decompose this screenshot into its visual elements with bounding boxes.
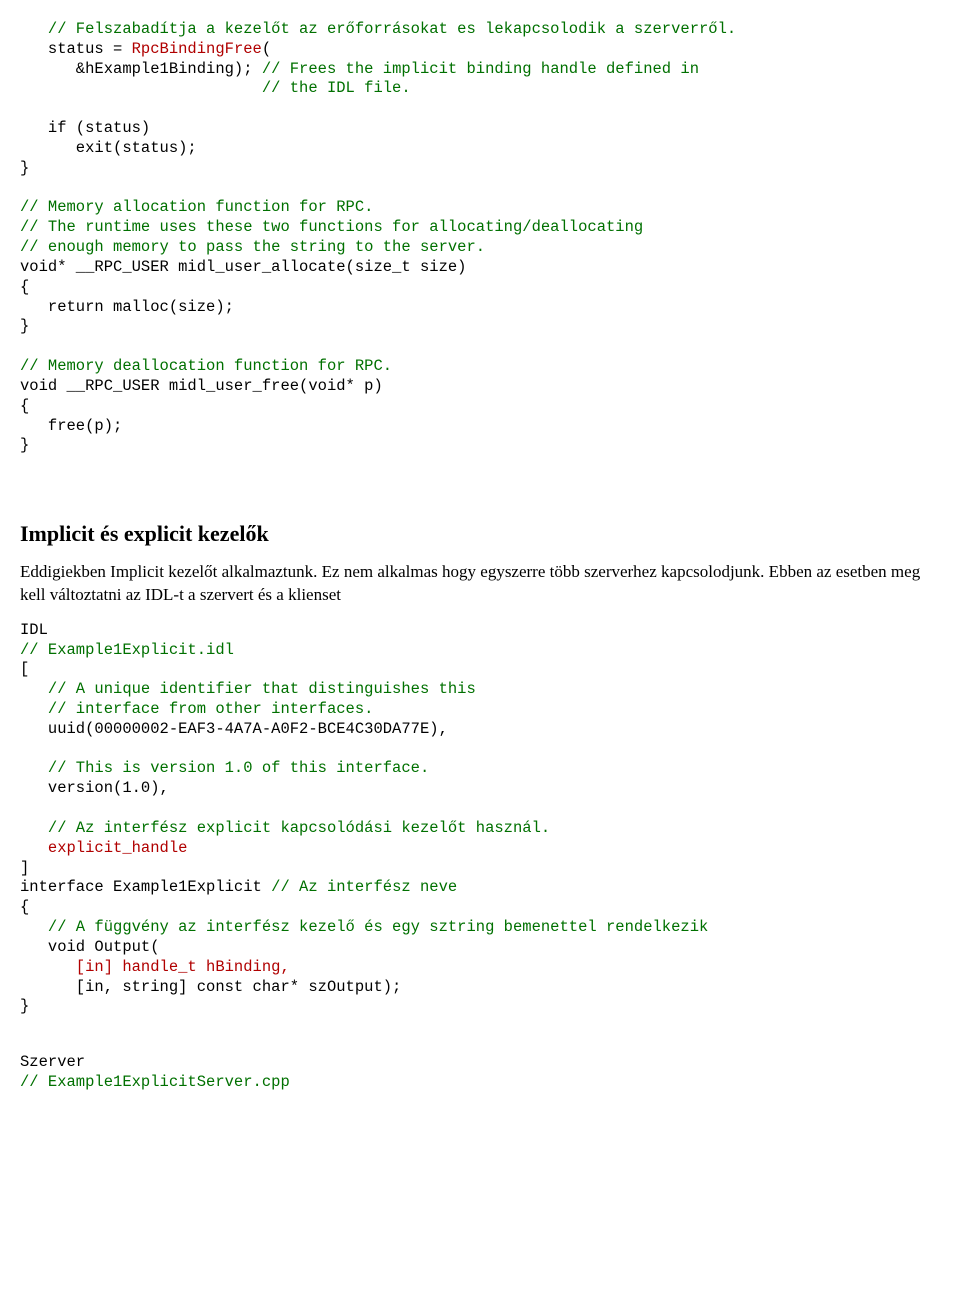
code-comment: // interface from other interfaces. [20,700,373,718]
code-comment: // enough memory to pass the string to t… [20,238,485,256]
code-line: } [20,436,29,454]
code-comment: // Az interfész explicit kapcsolódási ke… [20,819,550,837]
code-line: } [20,159,29,177]
code-line: ] [20,859,29,877]
code-comment: // Memory deallocation function for RPC. [20,357,392,375]
code-line: return malloc(size); [20,298,234,316]
code-line: } [20,317,29,335]
code-comment: // Example1Explicit.idl [20,641,234,659]
code-comment: // Memory allocation function for RPC. [20,198,373,216]
code-comment: // The runtime uses these two functions … [20,218,643,236]
code-line: if (status) [20,119,150,137]
code-line: &hExample1Binding); [20,60,262,78]
code-line: void Output( [20,938,160,956]
code-highlight: explicit_handle [20,839,187,857]
code-line: Szerver [20,1053,85,1071]
code-line: void __RPC_USER midl_user_free(void* p) [20,377,383,395]
code-comment: // the IDL file. [20,79,411,97]
code-comment: // Az interfész neve [271,878,457,896]
code-line: interface Example1Explicit [20,878,271,896]
code-line: exit(status); [20,139,197,157]
code-line: { [20,278,29,296]
code-highlight: RpcBindingFree [132,40,262,58]
code-comment: // Frees the implicit binding handle def… [262,60,699,78]
code-line: IDL [20,621,48,639]
code-line: // Felszabadítja a kezelőt az erőforráso… [20,20,736,38]
code-line: { [20,898,29,916]
code-comment: // A függvény az interfész kezelő és egy… [20,918,708,936]
code-comment: // Example1ExplicitServer.cpp [20,1073,290,1091]
code-block-1: // Felszabadítja a kezelőt az erőforráso… [20,20,940,456]
code-line: void* __RPC_USER midl_user_allocate(size… [20,258,466,276]
code-block-3: Szerver // Example1ExplicitServer.cpp [20,1053,940,1093]
code-line: free(p); [20,417,122,435]
code-line: ( [262,40,271,58]
code-line: [ [20,660,29,678]
code-line: version(1.0), [20,779,169,797]
paragraph-text: Eddigiekben Implicit kezelőt alkalmaztun… [20,561,940,607]
section-heading: Implicit és explicit kezelők [20,520,940,549]
code-block-2: IDL // Example1Explicit.idl [ // A uniqu… [20,621,940,1018]
code-line: } [20,997,29,1015]
code-line: { [20,397,29,415]
code-highlight: [in] handle_t hBinding, [20,958,290,976]
code-line: [in, string] const char* szOutput); [20,978,401,996]
code-line: status = [20,40,132,58]
code-line: uuid(00000002-EAF3-4A7A-A0F2-BCE4C30DA77… [20,720,448,738]
code-comment: // This is version 1.0 of this interface… [20,759,429,777]
code-comment: // A unique identifier that distinguishe… [20,680,476,698]
